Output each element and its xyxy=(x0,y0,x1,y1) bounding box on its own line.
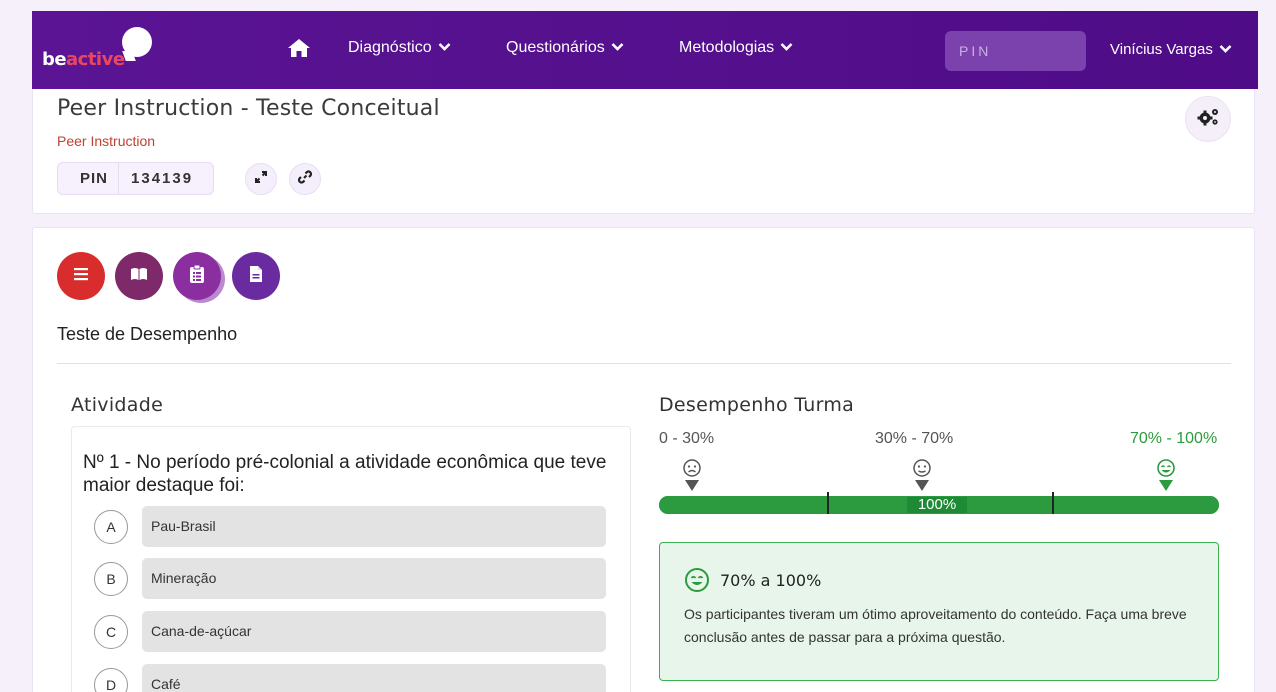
option-text: Pau-Brasil xyxy=(142,506,606,547)
option-b[interactable]: B Mineração xyxy=(94,558,606,599)
section-title: Teste de Desempenho xyxy=(57,324,238,344)
chevron-down-icon xyxy=(780,39,793,57)
pin-value: 134139 xyxy=(131,170,194,187)
pin-display: PIN 134139 xyxy=(57,162,215,195)
questions-button[interactable] xyxy=(173,252,221,300)
option-c[interactable]: C Cana-de-açúcar xyxy=(94,611,606,652)
section-divider xyxy=(57,363,1231,364)
feedback-title: 70% a 100% xyxy=(720,571,822,590)
clipboard-icon xyxy=(189,264,205,289)
gears-icon xyxy=(1196,107,1220,132)
list-icon xyxy=(73,267,89,286)
feedback-box: 70% a 100% Os participantes tiveram um ó… xyxy=(659,542,1219,681)
settings-button[interactable] xyxy=(1185,96,1231,142)
option-d[interactable]: D Café xyxy=(94,664,606,692)
bar-tick-30 xyxy=(827,492,829,514)
link-icon xyxy=(297,169,313,190)
happy-face-icon xyxy=(684,567,710,593)
performance-percentage: 100% xyxy=(907,497,967,513)
nav-questionarios[interactable]: Questionários xyxy=(506,39,624,57)
range-mid-label: 30% - 70% xyxy=(875,430,954,447)
home-icon[interactable] xyxy=(287,37,311,59)
option-text: Café xyxy=(142,664,606,692)
chevron-down-icon xyxy=(611,39,624,57)
expand-icon xyxy=(254,170,268,189)
performance-title: Desempenho Turma xyxy=(659,394,855,416)
menu-button[interactable] xyxy=(57,252,105,300)
logo-bubble xyxy=(122,27,152,57)
report-button[interactable] xyxy=(232,252,280,300)
option-letter: A xyxy=(94,510,128,544)
logo-text-be: be xyxy=(42,49,67,70)
user-menu[interactable]: Vinícius Vargas xyxy=(1110,41,1232,58)
performance-test-card: Teste de Desempenho Atividade Nº 1 - No … xyxy=(32,227,1255,692)
activity-header-card: Peer Instruction - Teste Conceitual Peer… xyxy=(32,80,1255,214)
nav-diagnostico-label: Diagnóstico xyxy=(348,39,432,56)
question-text: Nº 1 - No período pré-colonial a ativida… xyxy=(83,452,607,496)
range-high-label: 70% - 100% xyxy=(1130,430,1218,447)
expand-button[interactable] xyxy=(245,163,277,195)
bar-tick-70 xyxy=(1052,492,1054,514)
option-letter: B xyxy=(94,562,128,596)
range-low-label: 0 - 30% xyxy=(659,430,715,447)
page-title: Peer Instruction - Teste Conceitual xyxy=(57,96,440,121)
nav-questionarios-label: Questionários xyxy=(506,39,605,56)
feedback-text: Os participantes tiveram um ótimo aprove… xyxy=(684,606,1187,645)
top-navbar: be active Diagnóstico Questionários Meto… xyxy=(32,11,1258,89)
book-icon xyxy=(130,267,148,286)
logo-text-active: active xyxy=(66,49,125,70)
chevron-down-icon xyxy=(438,39,451,57)
sad-face-icon xyxy=(681,458,703,494)
option-letter: C xyxy=(94,615,128,649)
copy-link-button[interactable] xyxy=(289,163,321,195)
document-icon xyxy=(249,265,263,288)
content-button[interactable] xyxy=(115,252,163,300)
nav-diagnostico[interactable]: Diagnóstico xyxy=(348,39,451,57)
option-text: Mineração xyxy=(142,558,606,599)
activity-title: Atividade xyxy=(71,394,164,416)
methodology-link[interactable]: Peer Instruction xyxy=(57,133,155,149)
user-name: Vinícius Vargas xyxy=(1110,41,1213,58)
option-text: Cana-de-açúcar xyxy=(142,611,606,652)
question-box: Nº 1 - No período pré-colonial a ativida… xyxy=(71,426,631,692)
option-letter: D xyxy=(94,668,128,692)
happy-face-icon xyxy=(1155,458,1177,494)
beactive-logo[interactable]: be active xyxy=(42,27,152,73)
pin-label: PIN xyxy=(58,163,120,194)
chevron-down-icon xyxy=(1219,41,1232,58)
neutral-face-icon xyxy=(911,458,933,494)
pin-search-input[interactable] xyxy=(945,31,1086,71)
nav-metodologias[interactable]: Metodologias xyxy=(679,39,793,57)
option-a[interactable]: A Pau-Brasil xyxy=(94,506,606,547)
nav-metodologias-label: Metodologias xyxy=(679,39,775,56)
